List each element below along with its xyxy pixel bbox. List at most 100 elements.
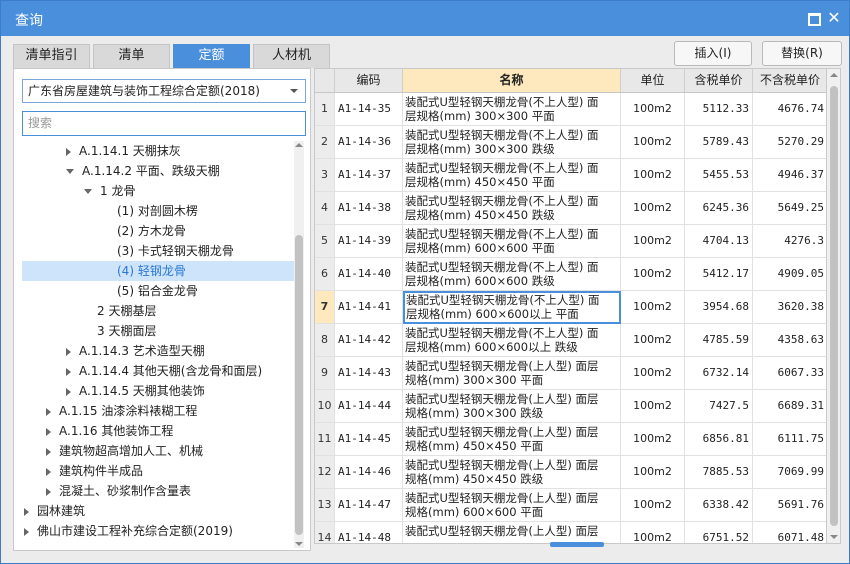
expand-right-icon[interactable] [46, 447, 51, 456]
search-input[interactable]: 搜索 [22, 111, 306, 136]
cell-code[interactable]: A1-14-44 [335, 390, 403, 423]
cell-notax-price[interactable]: 4276.3 [753, 225, 826, 258]
replace-button[interactable]: 替换(R) [762, 41, 842, 66]
tree-node[interactable]: A.1.14.1 天棚抹灰 [22, 141, 294, 161]
cell-code[interactable]: A1-14-40 [335, 258, 403, 291]
expand-right-icon[interactable] [66, 347, 71, 356]
cell-notax-price[interactable]: 5649.25 [753, 192, 826, 225]
table-scroll-thumb[interactable] [830, 86, 838, 526]
cell-tax-price[interactable]: 5789.43 [685, 126, 753, 159]
cell-tax-price[interactable]: 6751.52 [685, 522, 753, 543]
scroll-down-icon[interactable] [295, 542, 303, 546]
row-index[interactable]: 10 [315, 390, 335, 423]
row-index[interactable]: 9 [315, 357, 335, 390]
cell-tax-price[interactable]: 6856.81 [685, 423, 753, 456]
cell-code[interactable]: A1-14-39 [335, 225, 403, 258]
cell-name[interactable]: 装配式U型轻钢天棚龙骨(不上人型) 面层规格(mm) 600×600 跌级 [403, 258, 621, 291]
expand-right-icon[interactable] [46, 407, 51, 416]
cell-code[interactable]: A1-14-41 [335, 291, 403, 324]
tree-node[interactable]: (5) 铝合金龙骨 [22, 281, 294, 301]
expand-right-icon[interactable] [46, 487, 51, 496]
row-index[interactable]: 13 [315, 489, 335, 522]
cell-name[interactable]: 装配式U型轻钢天棚龙骨(上人型) 面层 规格(mm) 450×450 跌级 [403, 456, 621, 489]
cell-code[interactable]: A1-14-43 [335, 357, 403, 390]
cell-tax-price[interactable]: 5412.17 [685, 258, 753, 291]
scroll-up-icon[interactable] [830, 73, 838, 77]
splitter-handle[interactable] [550, 542, 604, 547]
cell-code[interactable]: A1-14-42 [335, 324, 403, 357]
cell-name[interactable]: 装配式U型轻钢天棚龙骨(不上人型) 面层规格(mm) 450×450 平面 [403, 159, 621, 192]
cell-code[interactable]: A1-14-37 [335, 159, 403, 192]
expand-down-icon[interactable] [66, 169, 74, 174]
cell-name[interactable]: 装配式U型轻钢天棚龙骨(上人型) 面层 规格(mm) 300×300 平面 [403, 357, 621, 390]
tree-node[interactable]: (1) 对剖圆木楞 [22, 201, 294, 221]
header-name[interactable]: 名称 [403, 69, 621, 93]
cell-notax-price[interactable]: 5691.76 [753, 489, 826, 522]
cell-unit[interactable]: 100m2 [621, 126, 685, 159]
cell-unit[interactable]: 100m2 [621, 258, 685, 291]
tree-node[interactable]: A.1.15 油漆涂料裱糊工程 [22, 401, 294, 421]
header-code[interactable]: 编码 [335, 69, 403, 93]
cell-tax-price[interactable]: 6245.36 [685, 192, 753, 225]
cell-name[interactable]: 装配式U型轻钢天棚龙骨(上人型) 面层 规格(mm) 600×600 平面 [403, 489, 621, 522]
tree-node[interactable]: (3) 卡式轻钢天棚龙骨 [22, 241, 294, 261]
tab-list[interactable]: 清单 [93, 44, 170, 68]
cell-name[interactable]: 装配式U型轻钢天棚龙骨(不上人型) 面层规格(mm) 450×450 跌级 [403, 192, 621, 225]
tree-node[interactable]: (2) 方木龙骨 [22, 221, 294, 241]
cell-unit[interactable]: 100m2 [621, 324, 685, 357]
cell-notax-price[interactable]: 6071.48 [753, 522, 826, 543]
tree-node[interactable]: 3 天棚面层 [22, 321, 294, 341]
cell-notax-price[interactable]: 5270.29 [753, 126, 826, 159]
insert-button[interactable]: 插入(I) [674, 41, 752, 66]
cell-tax-price[interactable]: 4704.13 [685, 225, 753, 258]
cell-code[interactable]: A1-14-48 [335, 522, 403, 543]
cell-name[interactable]: 装配式U型轻钢天棚龙骨(不上人型) 面层规格(mm) 600×600以上 跌级 [403, 324, 621, 357]
cell-name[interactable]: 装配式U型轻钢天棚龙骨(不上人型) 面层规格(mm) 600×600以上 平面 [403, 291, 621, 324]
expand-right-icon[interactable] [46, 427, 51, 436]
cell-unit[interactable]: 100m2 [621, 291, 685, 324]
row-index[interactable]: 8 [315, 324, 335, 357]
library-select[interactable]: 广东省房屋建筑与装饰工程综合定额(2018) [22, 79, 306, 103]
row-index[interactable]: 7 [315, 291, 335, 324]
row-index[interactable]: 4 [315, 192, 335, 225]
close-icon[interactable]: ✕ [826, 10, 842, 26]
cell-notax-price[interactable]: 3620.38 [753, 291, 826, 324]
tree-node[interactable]: 建筑物超高增加人工、机械 [22, 441, 294, 461]
tree-node[interactable]: A.1.14.5 天棚其他装饰 [22, 381, 294, 401]
cell-unit[interactable]: 100m2 [621, 423, 685, 456]
cell-unit[interactable]: 100m2 [621, 489, 685, 522]
cell-notax-price[interactable]: 4676.74 [753, 93, 826, 126]
cell-name[interactable]: 装配式U型轻钢天棚龙骨(上人型) 面层 规格(mm) 300×300 跌级 [403, 390, 621, 423]
cell-notax-price[interactable]: 6689.31 [753, 390, 826, 423]
tree-node[interactable]: A.1.16 其他装饰工程 [22, 421, 294, 441]
cell-notax-price[interactable]: 4909.05 [753, 258, 826, 291]
tree-node[interactable]: 混凝土、砂浆制作含量表 [22, 481, 294, 501]
cell-notax-price[interactable]: 6067.33 [753, 357, 826, 390]
cell-notax-price[interactable]: 6111.75 [753, 423, 826, 456]
cell-notax-price[interactable]: 7069.99 [753, 456, 826, 489]
row-index[interactable]: 6 [315, 258, 335, 291]
expand-down-icon[interactable] [84, 189, 92, 194]
cell-tax-price[interactable]: 6732.14 [685, 357, 753, 390]
tab-quota[interactable]: 定额 [173, 44, 250, 68]
scroll-up-icon[interactable] [295, 143, 303, 147]
expand-right-icon[interactable] [46, 467, 51, 476]
cell-code[interactable]: A1-14-45 [335, 423, 403, 456]
tree-node[interactable]: 建筑构件半成品 [22, 461, 294, 481]
tree-node[interactable]: 园林建筑 [22, 501, 294, 521]
header-unit[interactable]: 单位 [621, 69, 685, 93]
row-index[interactable]: 14 [315, 522, 335, 543]
tree-node[interactable]: 2 天棚基层 [22, 301, 294, 321]
row-index[interactable]: 12 [315, 456, 335, 489]
cell-name[interactable]: 装配式U型轻钢天棚龙骨(上人型) 面层 [403, 522, 621, 543]
row-index[interactable]: 1 [315, 93, 335, 126]
cell-tax-price[interactable]: 5455.53 [685, 159, 753, 192]
expand-right-icon[interactable] [24, 507, 29, 516]
cell-code[interactable]: A1-14-36 [335, 126, 403, 159]
cell-name[interactable]: 装配式U型轻钢天棚龙骨(上人型) 面层 规格(mm) 450×450 平面 [403, 423, 621, 456]
cell-unit[interactable]: 100m2 [621, 357, 685, 390]
tree-node[interactable]: A.1.14.3 艺术造型天棚 [22, 341, 294, 361]
scroll-down-icon[interactable] [830, 535, 838, 539]
cell-code[interactable]: A1-14-38 [335, 192, 403, 225]
row-index[interactable]: 3 [315, 159, 335, 192]
